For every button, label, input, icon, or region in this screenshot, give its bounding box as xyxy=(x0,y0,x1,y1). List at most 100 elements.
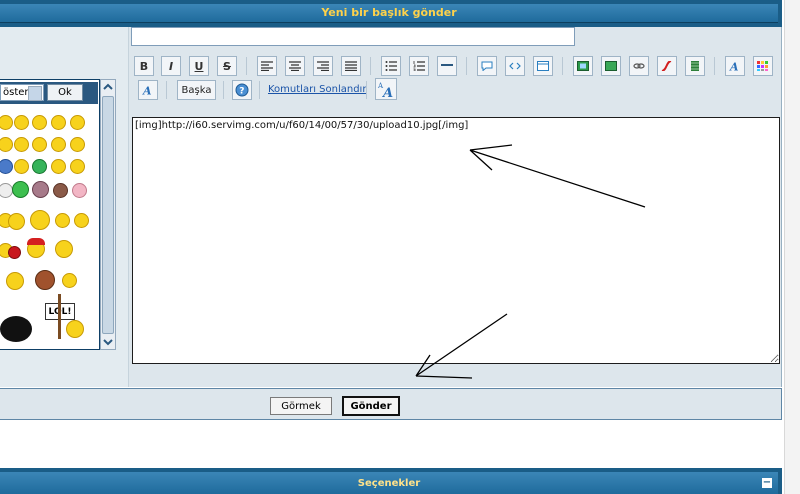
color-palette-icon xyxy=(757,61,768,71)
jester-smiley-icon[interactable] xyxy=(6,272,24,290)
video-button[interactable] xyxy=(685,56,705,76)
align-right-icon xyxy=(317,61,329,71)
justify-icon xyxy=(345,61,357,71)
help-button[interactable]: ? xyxy=(232,80,252,100)
cherry-icon[interactable] xyxy=(8,246,21,259)
underline-button[interactable]: U xyxy=(189,56,209,76)
toolbar-divider xyxy=(562,57,563,75)
close-tags-link[interactable]: Komutları Sonlandır xyxy=(268,84,366,95)
image-host-button[interactable] xyxy=(573,56,593,76)
heart-eyes-smiley-icon[interactable] xyxy=(14,159,29,174)
smiley-category-select[interactable]: öster xyxy=(0,84,44,101)
image-icon xyxy=(605,61,617,71)
align-right-button[interactable] xyxy=(313,56,333,76)
image-upload-icon xyxy=(577,61,589,71)
cat-smiley-icon[interactable] xyxy=(32,181,49,198)
smiley-icon[interactable] xyxy=(14,137,29,152)
smiley-icon[interactable] xyxy=(70,159,85,174)
send-button[interactable]: Gönder xyxy=(342,396,400,416)
quote-button[interactable] xyxy=(477,56,497,76)
table-icon xyxy=(537,61,549,71)
subject-input[interactable] xyxy=(131,27,575,46)
scroll-up-icon[interactable] xyxy=(101,80,115,94)
bullet-list-button[interactable] xyxy=(381,56,401,76)
font-size-button[interactable]: AA xyxy=(375,78,397,101)
message-editor[interactable] xyxy=(132,117,780,364)
reindeer-smiley-icon[interactable] xyxy=(55,240,73,258)
smiley-ok-button[interactable]: Ok xyxy=(47,84,83,101)
question-smiley-icon[interactable] xyxy=(51,137,66,152)
toolbar-divider xyxy=(259,81,260,99)
image-button[interactable] xyxy=(601,56,621,76)
toolbar-divider xyxy=(366,81,367,99)
sign-post-icon xyxy=(58,294,61,339)
smiley-icon[interactable] xyxy=(51,159,66,174)
italic-button[interactable]: I xyxy=(161,56,181,76)
cheering-smiley-icon[interactable] xyxy=(30,210,50,230)
numbered-list-icon xyxy=(413,61,425,71)
green-smiley-icon[interactable] xyxy=(32,159,47,174)
font-size-icon: AA xyxy=(377,82,393,101)
help-icon: ? xyxy=(235,83,249,97)
svg-text:?: ? xyxy=(239,87,244,97)
smiley-icon[interactable] xyxy=(51,115,66,130)
smiley-icon[interactable] xyxy=(70,137,85,152)
smiley-scroll-thumb[interactable] xyxy=(102,96,114,334)
santa-hat-icon xyxy=(27,238,45,245)
collapse-icon[interactable]: − xyxy=(762,478,772,488)
bullet-list-icon xyxy=(385,61,397,71)
page-scrollbar[interactable] xyxy=(784,0,800,494)
smiley-icon[interactable] xyxy=(14,115,29,130)
preview-label: Görmek xyxy=(281,400,321,412)
horizontal-rule-button[interactable] xyxy=(437,56,457,76)
brown-smiley-icon[interactable] xyxy=(53,183,68,198)
laughing-smiley-icon[interactable] xyxy=(66,320,84,338)
preview-button[interactable]: Görmek xyxy=(270,397,332,415)
more-options-label: Başka xyxy=(181,84,212,96)
smiley-icon[interactable] xyxy=(70,115,85,130)
smiley-icon[interactable] xyxy=(32,137,47,152)
link-icon xyxy=(633,63,645,69)
afro-smiley-icon[interactable] xyxy=(35,270,55,290)
svg-text:A: A xyxy=(381,86,393,99)
smiley-icon[interactable] xyxy=(62,273,77,288)
svg-text:A: A xyxy=(729,61,739,71)
align-center-button[interactable] xyxy=(285,56,305,76)
big-afro-smiley-icon[interactable] xyxy=(0,316,32,342)
bold-button[interactable]: B xyxy=(134,56,154,76)
italic-label: I xyxy=(168,59,174,73)
waving-smiley-icon[interactable] xyxy=(8,213,25,230)
font-style-icon: A xyxy=(729,61,739,71)
align-center-icon xyxy=(289,61,301,71)
more-options-button[interactable]: Başka xyxy=(177,80,216,100)
smiley-icon[interactable] xyxy=(32,115,47,130)
font-style-button[interactable]: A xyxy=(725,56,745,76)
scroll-down-icon[interactable] xyxy=(101,335,115,349)
options-title: Seçenekler xyxy=(357,478,421,489)
smiley-ok-label: Ok xyxy=(58,87,72,98)
numbered-list-button[interactable] xyxy=(409,56,429,76)
chevron-down-icon xyxy=(28,86,42,101)
bold-label: B xyxy=(139,59,149,73)
code-button[interactable] xyxy=(505,56,525,76)
align-left-button[interactable] xyxy=(257,56,277,76)
toolbar-divider xyxy=(223,81,224,99)
send-label: Gönder xyxy=(350,400,392,412)
pig-smiley-icon[interactable] xyxy=(72,183,87,198)
toolbar-divider xyxy=(246,57,247,75)
flash-button[interactable] xyxy=(657,56,677,76)
color-button[interactable] xyxy=(753,56,773,76)
smiley-category-value: öster xyxy=(3,87,29,98)
toolbar-divider xyxy=(370,57,371,75)
table-button[interactable] xyxy=(533,56,553,76)
strike-button[interactable]: S xyxy=(217,56,237,76)
dizzy-smiley-icon[interactable] xyxy=(74,213,89,228)
horizontal-rule-icon xyxy=(441,64,453,66)
alien-smiley-icon[interactable] xyxy=(12,181,29,198)
font-face-button[interactable]: A xyxy=(138,80,158,100)
smiley-icon[interactable] xyxy=(55,213,70,228)
justify-button[interactable] xyxy=(341,56,361,76)
link-button[interactable] xyxy=(629,56,649,76)
editor-content: [img]http://i60.servimg.com/u/f60/14/00/… xyxy=(135,120,469,131)
flash-icon xyxy=(661,61,672,71)
